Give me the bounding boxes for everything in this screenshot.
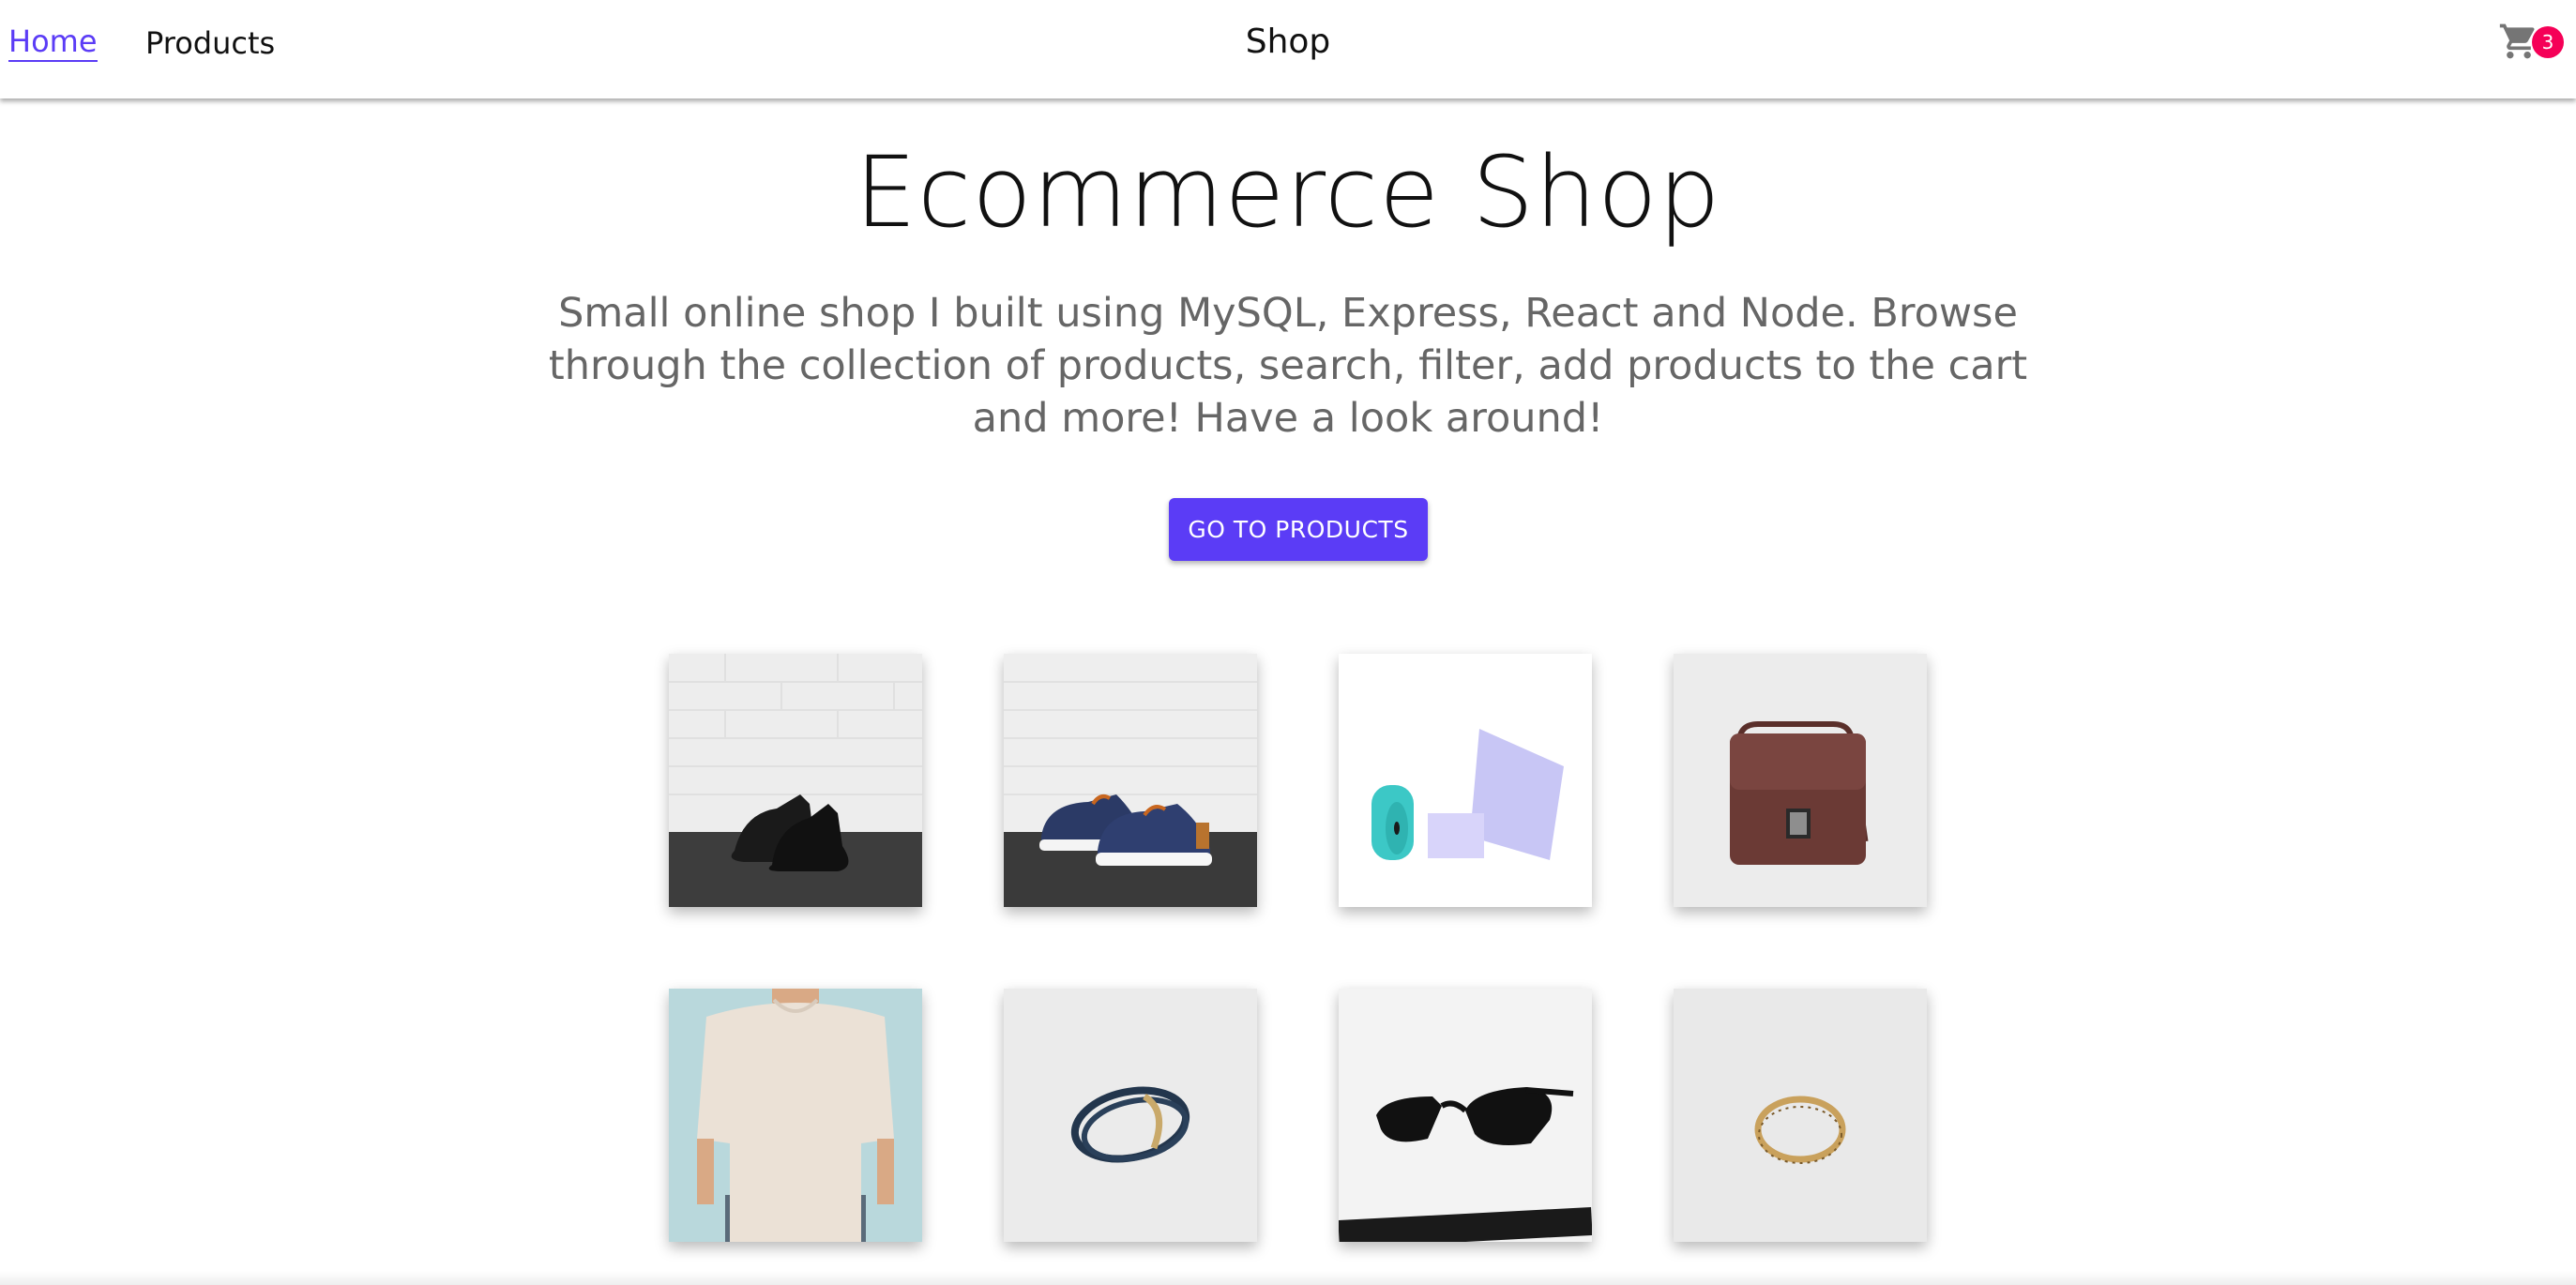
page-title: Ecommerce Shop	[855, 135, 1721, 249]
tshirt-image	[669, 989, 922, 1242]
product-card[interactable]	[1674, 989, 1927, 1242]
cart-count-badge: 3	[2532, 26, 2564, 58]
page-bottom-edge	[0, 1271, 2576, 1285]
brand-title: Shop	[1245, 23, 1331, 61]
yoga-mat-blocks-image	[1339, 654, 1592, 907]
bracelet-image	[1004, 989, 1257, 1242]
nav-link-products[interactable]: Products	[145, 23, 275, 64]
product-card[interactable]	[1004, 989, 1257, 1242]
product-grid	[669, 654, 1927, 1245]
top-navbar: Home Products Shop 3	[0, 0, 2576, 98]
product-card[interactable]	[1674, 654, 1927, 907]
go-to-products-button[interactable]: GO TO PRODUCTS	[1169, 498, 1428, 561]
product-card[interactable]	[1339, 654, 1592, 907]
black-sneakers-image	[669, 654, 922, 907]
page-subtitle: Small online shop I built using MySQL, E…	[548, 290, 2028, 442]
cart-button[interactable]: 3	[2498, 21, 2564, 68]
brown-bag-image	[1674, 654, 1927, 907]
product-card[interactable]	[669, 989, 922, 1242]
product-card[interactable]	[1339, 989, 1592, 1242]
sunglasses-image	[1339, 989, 1592, 1242]
nav-link-home[interactable]: Home	[8, 23, 98, 62]
product-card[interactable]	[1004, 654, 1257, 907]
navy-sneakers-image	[1004, 654, 1257, 907]
ring-image	[1674, 989, 1927, 1242]
product-card[interactable]	[669, 654, 922, 907]
